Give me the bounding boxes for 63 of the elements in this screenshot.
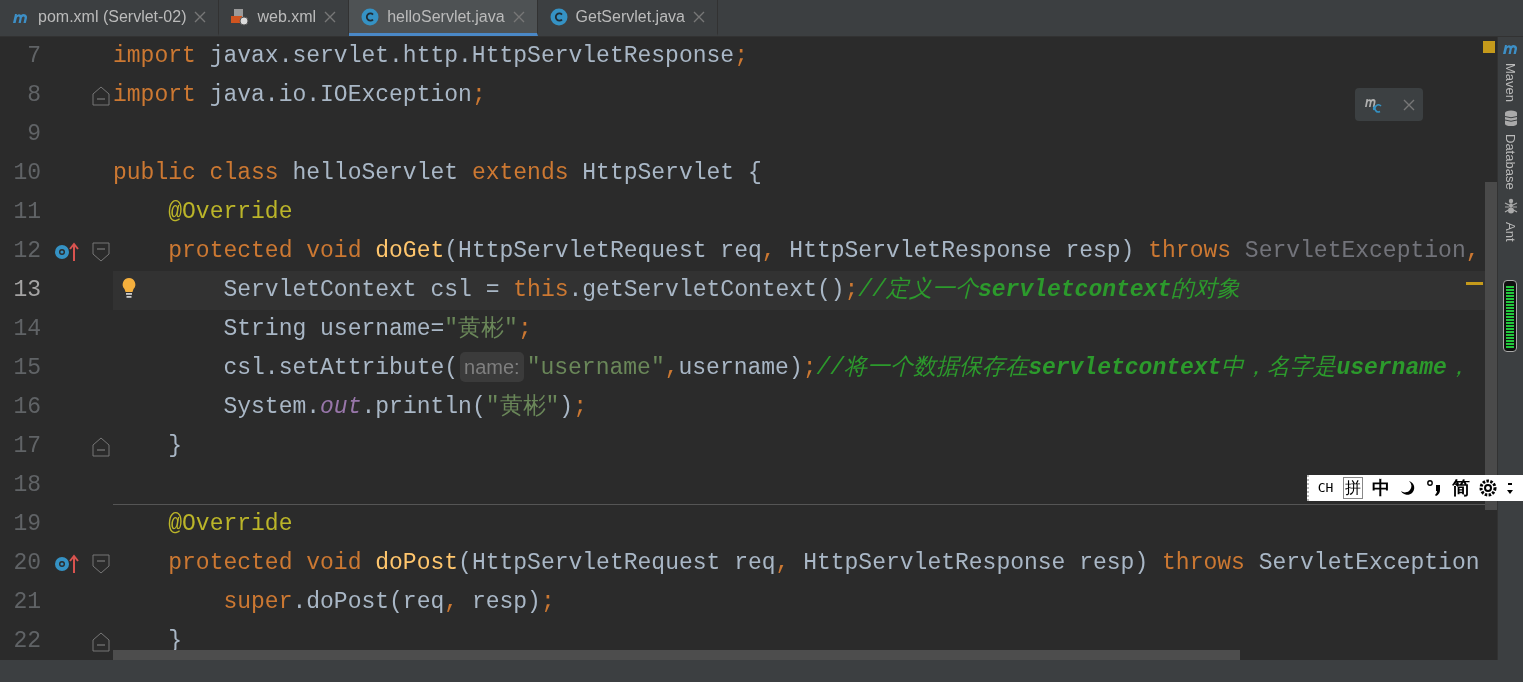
settings-icon[interactable]: [1479, 479, 1497, 497]
line-number: 12: [12, 237, 42, 266]
code-text: System.out.println("黄彬");: [223, 394, 587, 420]
horizontal-scrollbar[interactable]: [113, 650, 1240, 660]
vertical-scrollbar[interactable]: [1485, 182, 1497, 510]
code-text: protected void doGet(HttpServletRequest req, HttpServletResponse resp) throws ServletException,: [168, 238, 1480, 264]
fold-icon[interactable]: [92, 241, 110, 262]
fold-icon[interactable]: [92, 85, 110, 106]
code-text: protected void doPost(HttpServletRequest req, HttpServletResponse resp) throws ServletException: [168, 550, 1480, 576]
ime-button[interactable]: 简: [1451, 476, 1470, 500]
line-number: 19: [12, 510, 42, 539]
line-number: 13: [12, 276, 42, 305]
fold-icon[interactable]: [92, 436, 110, 457]
class-icon: [361, 7, 380, 26]
line-number: 16: [12, 393, 42, 422]
tool-window-button[interactable]: Ant: [1500, 221, 1521, 242]
editor-tab[interactable]: pom.xml (Servlet-02): [0, 0, 220, 36]
parameter-hint: name:: [460, 352, 524, 382]
xml-file-icon: [231, 7, 250, 26]
ant-icon[interactable]: [1503, 197, 1518, 214]
code-text: csl.setAttribute(: [223, 355, 459, 381]
code-text: ServletContext csl = this.getServletContext();//定义一个servletcontext的对象: [223, 277, 1241, 303]
line-number: 15: [12, 354, 42, 383]
code-text: }: [168, 433, 183, 459]
close-icon[interactable]: [1402, 98, 1415, 111]
line-number: 9: [26, 120, 42, 149]
lightbulb-icon[interactable]: [121, 277, 137, 299]
code-text: public class helloServlet extends HttpServlet {: [113, 160, 762, 186]
line-number: 21: [12, 588, 42, 617]
fold-icon[interactable]: [92, 631, 110, 652]
close-icon[interactable]: [194, 10, 207, 23]
line-number: 14: [12, 315, 42, 344]
line-number: 17: [12, 432, 42, 461]
tool-window-button[interactable]: Maven: [1500, 63, 1521, 103]
close-icon[interactable]: [324, 10, 337, 23]
code-text: @Override: [168, 199, 293, 225]
line-number: 18: [12, 471, 42, 500]
code-text: super.doPost(req, resp);: [223, 589, 555, 615]
code-text: import javax.servlet.http.HttpServletResponse;: [113, 43, 748, 69]
class-icon: [549, 7, 568, 26]
line-number: 8: [26, 81, 42, 110]
punctuation-icon[interactable]: [1426, 479, 1443, 497]
line-number: 7: [26, 42, 42, 71]
code-text: "username",username);//将一个数据保存在servletcontext中，名字是username，: [526, 355, 1470, 381]
ime-button[interactable]: 中: [1371, 476, 1390, 500]
line-number: 20: [12, 549, 42, 578]
line-number: 10: [12, 159, 42, 188]
override-icon[interactable]: [54, 553, 80, 574]
override-icon[interactable]: [54, 241, 80, 262]
code-text: import java.io.IOException;: [113, 82, 486, 108]
editor-tab[interactable]: helloServlet.java: [349, 0, 538, 36]
fold-icon[interactable]: [92, 553, 110, 574]
tool-window-button[interactable]: Database: [1500, 134, 1521, 190]
editor-tab[interactable]: GetServlet.java: [537, 0, 718, 36]
code-text: String username="黄彬";: [223, 316, 532, 342]
line-number: 22: [12, 627, 42, 656]
line-number: 11: [12, 198, 42, 227]
close-icon[interactable]: [692, 10, 705, 23]
ime-button[interactable]: CH: [1317, 476, 1334, 500]
database-icon[interactable]: [1503, 110, 1518, 127]
code-text: @Override: [168, 511, 293, 537]
ime-button[interactable]: 拼: [1342, 477, 1363, 499]
close-icon[interactable]: [512, 10, 525, 23]
